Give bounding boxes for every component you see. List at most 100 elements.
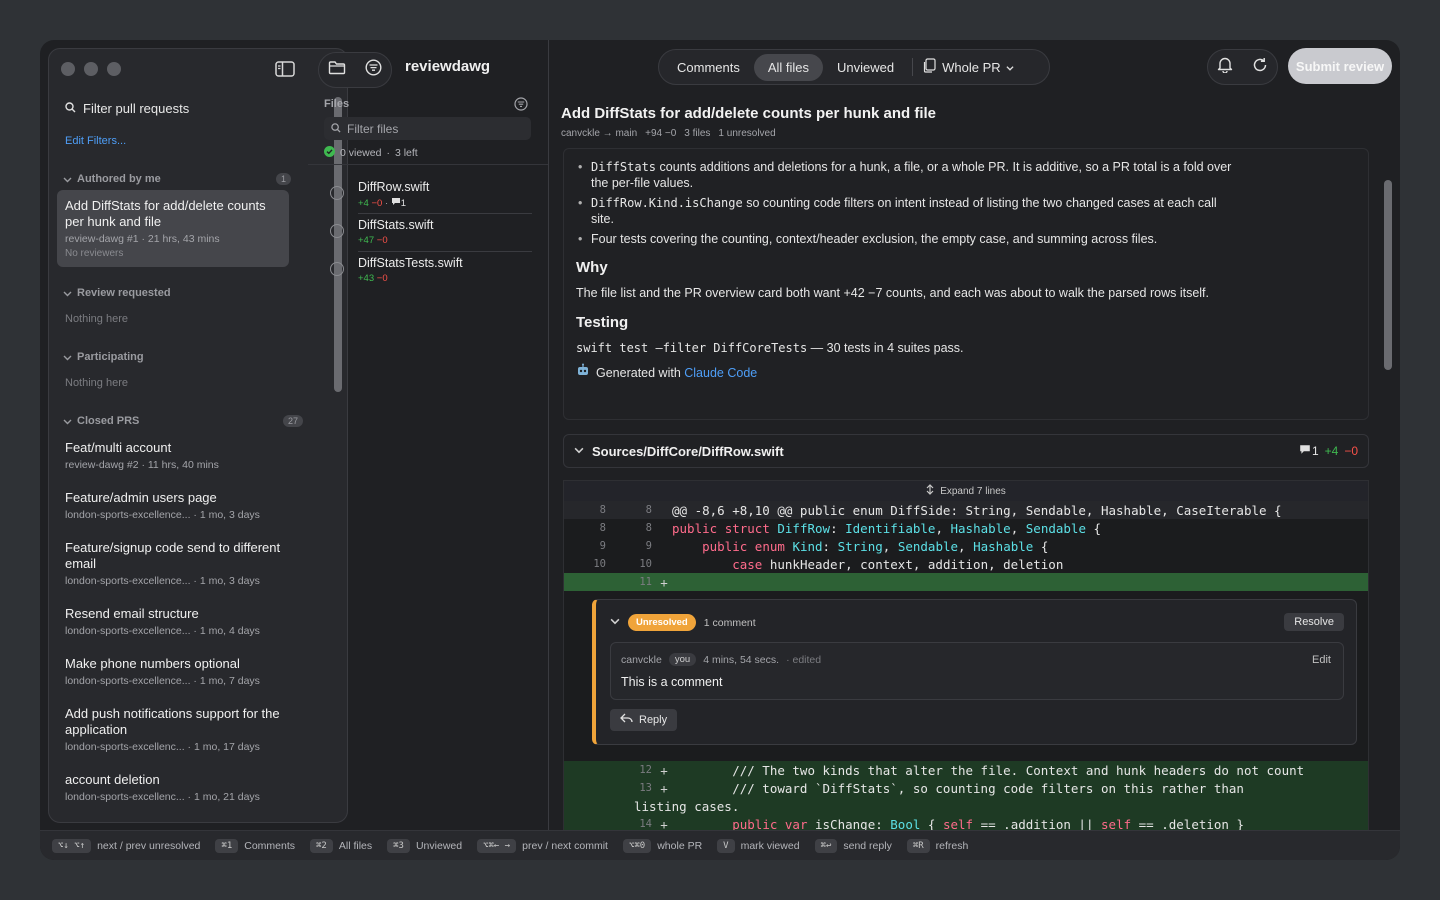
resolve-button[interactable]: Resolve <box>1284 613 1344 631</box>
pr-list-item[interactable]: Add push notifications support for the a… <box>65 706 290 753</box>
generated-note: Generated with Claude Code <box>576 363 1216 382</box>
pr-list-item[interactable]: Resend email structure london-sports-exc… <box>65 606 290 637</box>
pr-sidebar: Filter pull requests Edit Filters... Aut… <box>48 48 348 823</box>
old-line-number: 8 <box>599 522 606 534</box>
pr-filter-input[interactable]: Filter pull requests <box>65 101 189 116</box>
why-heading: Why <box>576 259 608 276</box>
viewed-radio[interactable] <box>330 262 344 276</box>
files-count: 3 files <box>684 128 711 139</box>
reply-button[interactable]: Reply <box>610 709 678 731</box>
reply-arrow-icon <box>620 713 633 727</box>
bullet-text: Four tests covering the counting, contex… <box>591 232 1158 246</box>
deletions-count: −0 <box>376 235 388 246</box>
page-title: Add DiffStats for add/delete counts per … <box>561 105 937 122</box>
line-code: public enum Kind: String, Sendable, Hash… <box>702 538 1049 554</box>
diff-line-addition[interactable]: 12 + /// The two kinds that alter the fi… <box>564 761 1368 779</box>
scope-dropdown[interactable]: Whole PR <box>917 58 1014 76</box>
empty-state-text: Nothing here <box>65 313 128 325</box>
pr-list-item[interactable]: Feature/admin users page london-sports-e… <box>65 490 290 521</box>
pr-item-title: Add DiffStats for add/delete counts per … <box>65 198 266 229</box>
comment-time: 4 mins, 54 secs. <box>703 653 780 666</box>
you-badge: you <box>668 653 697 666</box>
section-label: Participating <box>77 351 144 363</box>
tab-all-files[interactable]: All files <box>753 53 824 81</box>
chevron-down-icon <box>63 417 72 426</box>
why-text: The file list and the PR overview card b… <box>576 286 1209 300</box>
check-circle-icon <box>324 146 335 160</box>
comment-card: canvckle you 4 mins, 54 secs. · edited E… <box>610 642 1344 700</box>
app-name: reviewdawg <box>405 58 491 75</box>
diff-marker: + <box>660 762 668 778</box>
pr-list-item[interactable]: Make phone numbers optional london-sport… <box>65 656 290 687</box>
close-window-button[interactable] <box>61 62 75 76</box>
old-line-number: 8 <box>599 504 606 516</box>
edit-comment-button[interactable]: Edit <box>1312 654 1331 666</box>
shortcut-keys: ⌘3 <box>387 838 410 853</box>
diff-line-context[interactable]: 10 10 case hunkHeader, context, addition… <box>564 555 1368 573</box>
divider <box>358 251 532 252</box>
folder-icon[interactable] <box>328 60 346 80</box>
section-participating[interactable]: Participating <box>63 351 291 363</box>
diff-line-context[interactable]: 9 9 public enum Kind: String, Sendable, … <box>564 537 1368 555</box>
diff-line-addition[interactable]: 11 + <box>564 573 1368 591</box>
diff-line-addition[interactable]: 14 + public var isChange: Bool { self ==… <box>564 815 1368 830</box>
pr-item-meta: review-dawg #1 · 21 hrs, 43 mins <box>65 233 220 245</box>
section-authored-by-me[interactable]: Authored by me 1 <box>63 173 291 185</box>
section-review-requested[interactable]: Review requested <box>63 287 291 299</box>
line-code: @@ -8,6 +8,10 @@ public enum DiffSide: S… <box>672 502 1282 518</box>
refresh-icon[interactable] <box>1252 57 1268 78</box>
shortcut-keys: ⌥⌘0 <box>622 838 652 853</box>
tab-unviewed[interactable]: Unviewed <box>823 54 908 81</box>
robot-icon <box>576 363 590 382</box>
inline-code: swift test —filter DiffCoreTests <box>576 341 808 355</box>
deletions-count: −0 <box>1344 444 1358 458</box>
section-closed-prs[interactable]: Closed PRS 27 <box>63 415 303 427</box>
shortcut-hint: Vmark viewed <box>717 838 800 853</box>
comment-icon <box>1299 444 1311 458</box>
line-code: public struct DiffRow: Identifiable, Has… <box>672 520 1102 536</box>
chevron-down-icon[interactable] <box>574 442 584 460</box>
pr-list-item[interactable]: Feat/multi account review-dawg #2 · 11 h… <box>65 440 290 471</box>
tab-comments[interactable]: Comments <box>663 54 754 81</box>
filter-list-icon[interactable] <box>365 59 382 81</box>
main-scrollbar[interactable] <box>1384 180 1392 370</box>
diff-line-addition[interactable]: 13 + /// toward `DiffStats`, so counting… <box>564 779 1368 797</box>
diff-line-addition-wrap[interactable]: listing cases. <box>564 797 1368 815</box>
file-filter-input[interactable]: Filter files <box>324 117 531 140</box>
pr-summary: canvckle → main +94 −0 3 files 1 unresol… <box>561 128 776 139</box>
pr-item-meta: review-dawg #2 · 11 hrs, 40 mins <box>65 459 219 471</box>
expand-label: Expand 7 lines <box>940 485 1006 497</box>
submit-review-button[interactable]: Submit review <box>1288 48 1392 84</box>
scope-label: Whole PR <box>942 59 1001 75</box>
dot-separator: · <box>384 198 389 209</box>
files-pane-toolbar <box>318 52 392 88</box>
pr-list-item[interactable]: Feature/signup code send to different em… <box>65 540 290 587</box>
diff-file-header[interactable]: Sources/DiffCore/DiffRow.swift 1 +4 −0 <box>563 434 1369 468</box>
bell-icon[interactable] <box>1217 56 1233 78</box>
inline-code: DiffRow.Kind.isChange <box>591 196 743 210</box>
file-filter-placeholder: Filter files <box>347 121 399 136</box>
chevron-down-icon <box>63 289 72 298</box>
pr-item-title: Make phone numbers optional <box>65 656 240 671</box>
chevron-down-icon[interactable] <box>610 616 620 629</box>
expand-lines-button[interactable]: Expand 7 lines <box>564 481 1368 501</box>
minimize-window-button[interactable] <box>84 62 98 76</box>
pr-list-item[interactable]: account deletion london-sports-excellenc… <box>65 772 290 803</box>
file-stats: +47 −0 <box>358 235 388 246</box>
deletions-count: −0 <box>371 198 383 209</box>
comment-icon <box>391 198 401 209</box>
viewed-radio[interactable] <box>330 186 344 200</box>
sidebar-toggle-icon[interactable] <box>275 61 295 77</box>
new-line-number: 9 <box>645 540 652 552</box>
pr-list-item-selected[interactable]: Add DiffStats for add/delete counts per … <box>57 190 289 267</box>
viewed-radio[interactable] <box>330 224 344 238</box>
claude-code-link[interactable]: Claude Code <box>684 366 757 380</box>
zoom-window-button[interactable] <box>107 62 121 76</box>
edited-label: · edited <box>786 653 822 666</box>
diff-line-context[interactable]: 8 8 public struct DiffRow: Identifiable,… <box>564 519 1368 537</box>
filter-icon[interactable] <box>514 97 528 116</box>
branch-info: canvckle → main <box>561 128 638 139</box>
edit-filters-link[interactable]: Edit Filters... <box>65 135 126 147</box>
diff-line-hunk-header[interactable]: 8 8 @@ -8,6 +8,10 @@ public enum DiffSid… <box>564 501 1368 519</box>
new-line-number: 14 <box>639 818 652 830</box>
